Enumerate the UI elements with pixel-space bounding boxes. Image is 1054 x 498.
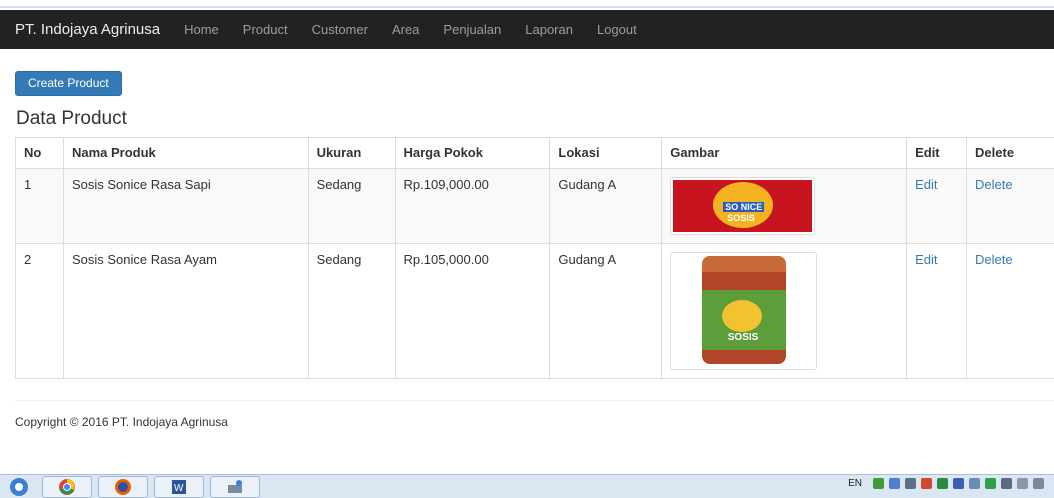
product-image-ayam: SOSIS (670, 252, 818, 370)
page-title: Data Product (16, 108, 127, 129)
table-row: 1 Sosis Sonice Rasa Sapi Sedang Rp.109,0… (15, 168, 1054, 244)
tray-icon[interactable] (969, 478, 980, 489)
image-text: SOSIS (727, 213, 755, 223)
footer-divider (15, 400, 1054, 401)
header-gambar: Gambar (661, 137, 908, 169)
nav-laporan[interactable]: Laporan (525, 22, 573, 37)
nav-area[interactable]: Area (392, 22, 419, 37)
taskbar: W EN (0, 474, 1054, 498)
navbar: PT. Indojaya Agrinusa Home Product Custo… (0, 10, 1054, 49)
cell-delete: Delete (966, 243, 1054, 379)
tray-icon[interactable] (937, 478, 948, 489)
cell-edit: Edit (906, 168, 968, 244)
tray-icon[interactable] (921, 478, 932, 489)
header-lokasi: Lokasi (549, 137, 663, 169)
svg-text:W: W (174, 483, 184, 494)
cell-edit: Edit (906, 243, 968, 379)
cell-delete: Delete (966, 168, 1054, 244)
tray-icon[interactable] (889, 478, 900, 489)
delete-link[interactable]: Delete (975, 177, 1013, 192)
cell-ukuran: Sedang (307, 168, 396, 244)
nav-customer[interactable]: Customer (312, 22, 368, 37)
nav-penjualan[interactable]: Penjualan (443, 22, 501, 37)
edit-link[interactable]: Edit (915, 252, 937, 267)
tray-icon[interactable] (985, 478, 996, 489)
image-text: SOSIS (727, 332, 759, 343)
cell-lokasi: Gudang A (549, 168, 663, 244)
tray-icon[interactable] (1001, 478, 1012, 489)
cell-lokasi: Gudang A (549, 243, 663, 379)
language-indicator[interactable]: EN (848, 478, 862, 489)
nav-product[interactable]: Product (243, 22, 288, 37)
firefox-icon[interactable] (98, 475, 148, 498)
cell-no: 2 (15, 243, 64, 379)
system-tray: EN (848, 478, 1044, 489)
product-table: No Nama Produk Ukuran Harga Pokok Lokasi… (15, 137, 1054, 379)
table-header-row: No Nama Produk Ukuran Harga Pokok Lokasi… (15, 137, 1054, 169)
cell-nama: Sosis Sonice Rasa Sapi (62, 168, 309, 244)
product-image-sapi: SO NICE SOSIS (670, 177, 816, 235)
browser-top-strip (0, 0, 1054, 8)
cell-no: 1 (15, 168, 64, 244)
tray-icon[interactable] (873, 478, 884, 489)
cell-nama: Sosis Sonice Rasa Ayam (62, 243, 309, 379)
cell-gambar: SOSIS (661, 243, 908, 379)
header-no: No (15, 137, 64, 169)
header-harga-pokok: Harga Pokok (394, 137, 551, 169)
edit-link[interactable]: Edit (915, 177, 937, 192)
cell-harga: Rp.105,000.00 (394, 243, 551, 379)
header-delete: Delete (966, 137, 1054, 169)
word-icon[interactable]: W (154, 475, 204, 498)
tray-icon[interactable] (905, 478, 916, 489)
tray-icon[interactable] (953, 478, 964, 489)
tray-icon[interactable] (1017, 478, 1028, 489)
header-ukuran: Ukuran (307, 137, 396, 169)
header-edit: Edit (906, 137, 968, 169)
header-nama-produk: Nama Produk (62, 137, 309, 169)
cell-gambar: SO NICE SOSIS (661, 168, 908, 244)
start-orb-icon[interactable] (2, 476, 36, 498)
nav-home[interactable]: Home (184, 22, 219, 37)
create-product-button[interactable]: Create Product (15, 71, 122, 96)
table-row: 2 Sosis Sonice Rasa Ayam Sedang Rp.105,0… (15, 243, 1054, 379)
footer-copyright: Copyright © 2016 PT. Indojaya Agrinusa (15, 415, 228, 429)
image-text: SO NICE (723, 202, 765, 212)
nav-logout[interactable]: Logout (597, 22, 637, 37)
navbar-brand[interactable]: PT. Indojaya Agrinusa (15, 21, 160, 38)
cell-ukuran: Sedang (307, 243, 396, 379)
chrome-icon[interactable] (42, 475, 92, 498)
tray-icon[interactable] (1033, 478, 1044, 489)
cell-harga: Rp.109,000.00 (394, 168, 551, 244)
app-icon[interactable] (210, 475, 260, 498)
delete-link[interactable]: Delete (975, 252, 1013, 267)
